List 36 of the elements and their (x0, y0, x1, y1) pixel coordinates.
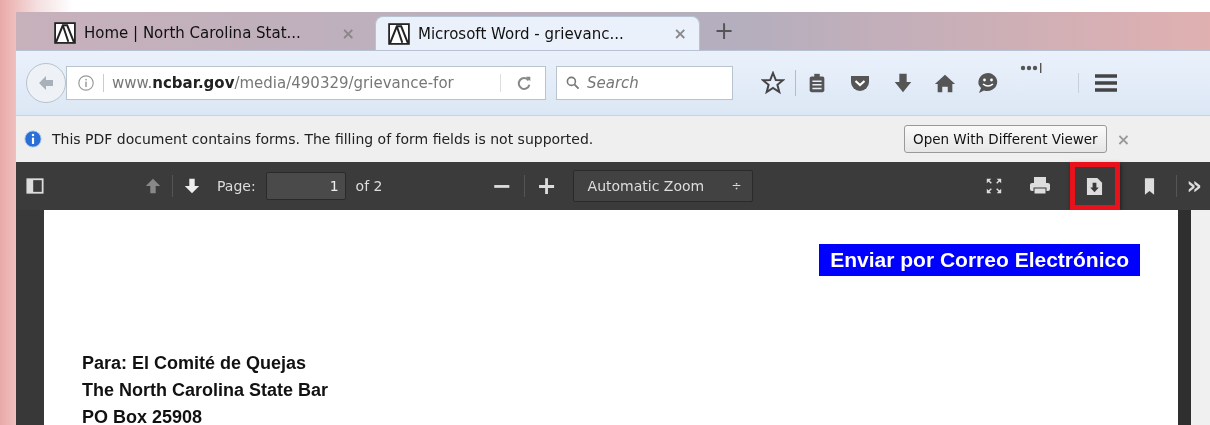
more-tools-button[interactable]: » (1186, 172, 1203, 200)
download-icon[interactable] (892, 72, 914, 94)
page-number-field[interactable]: 1 (265, 172, 346, 200)
star-icon[interactable] (761, 71, 785, 95)
up-arrow-icon[interactable] (144, 177, 162, 195)
address-line: PO Box 25908 (82, 406, 204, 425)
site-logo-icon (54, 22, 76, 44)
address-line: The North Carolina State Bar (82, 379, 330, 402)
sidebar-toggle-icon[interactable] (26, 177, 44, 195)
down-arrow-icon[interactable] (183, 177, 201, 195)
info-icon (77, 74, 95, 92)
send-by-email-button[interactable]: Enviar por Correo Electrónico (819, 244, 1140, 276)
home-icon[interactable] (934, 72, 956, 94)
info-icon (24, 130, 42, 148)
browser-tab[interactable]: Home | North Carolina Stat... × (42, 16, 367, 50)
search-icon (565, 75, 581, 91)
bookmark-icon (1144, 176, 1156, 196)
notification-message: This PDF document contains forms. The filling of form fields is not supported. (52, 131, 595, 147)
scrollbar[interactable] (1178, 210, 1210, 425)
printer-icon (1028, 176, 1051, 196)
site-logo-icon (388, 22, 410, 45)
open-with-different-viewer-button[interactable]: Open With Different Viewer (904, 125, 1107, 153)
address-line: Para: El Comité de Quejas (82, 352, 308, 375)
zoom-in-button[interactable]: + (534, 172, 559, 200)
chat-smiley-icon[interactable] (976, 71, 1000, 95)
page-count: of 2 (355, 178, 384, 194)
browser-tab[interactable]: Microsoft Word - grievanc... × (375, 16, 700, 50)
address-bar[interactable]: www.ncbar.gov/media/490329/grievance-for (66, 66, 546, 100)
download-icon (1086, 176, 1104, 196)
fullscreen-icon (984, 177, 1003, 195)
zoom-dropdown[interactable]: Automatic Zoom ÷ (572, 170, 753, 202)
zoom-out-button[interactable]: − (489, 172, 514, 200)
search-field[interactable]: Search (556, 66, 733, 100)
page-label: Page: (217, 178, 256, 194)
overflow-icon[interactable] (1020, 62, 1044, 74)
menu-icon[interactable] (1078, 73, 1119, 93)
